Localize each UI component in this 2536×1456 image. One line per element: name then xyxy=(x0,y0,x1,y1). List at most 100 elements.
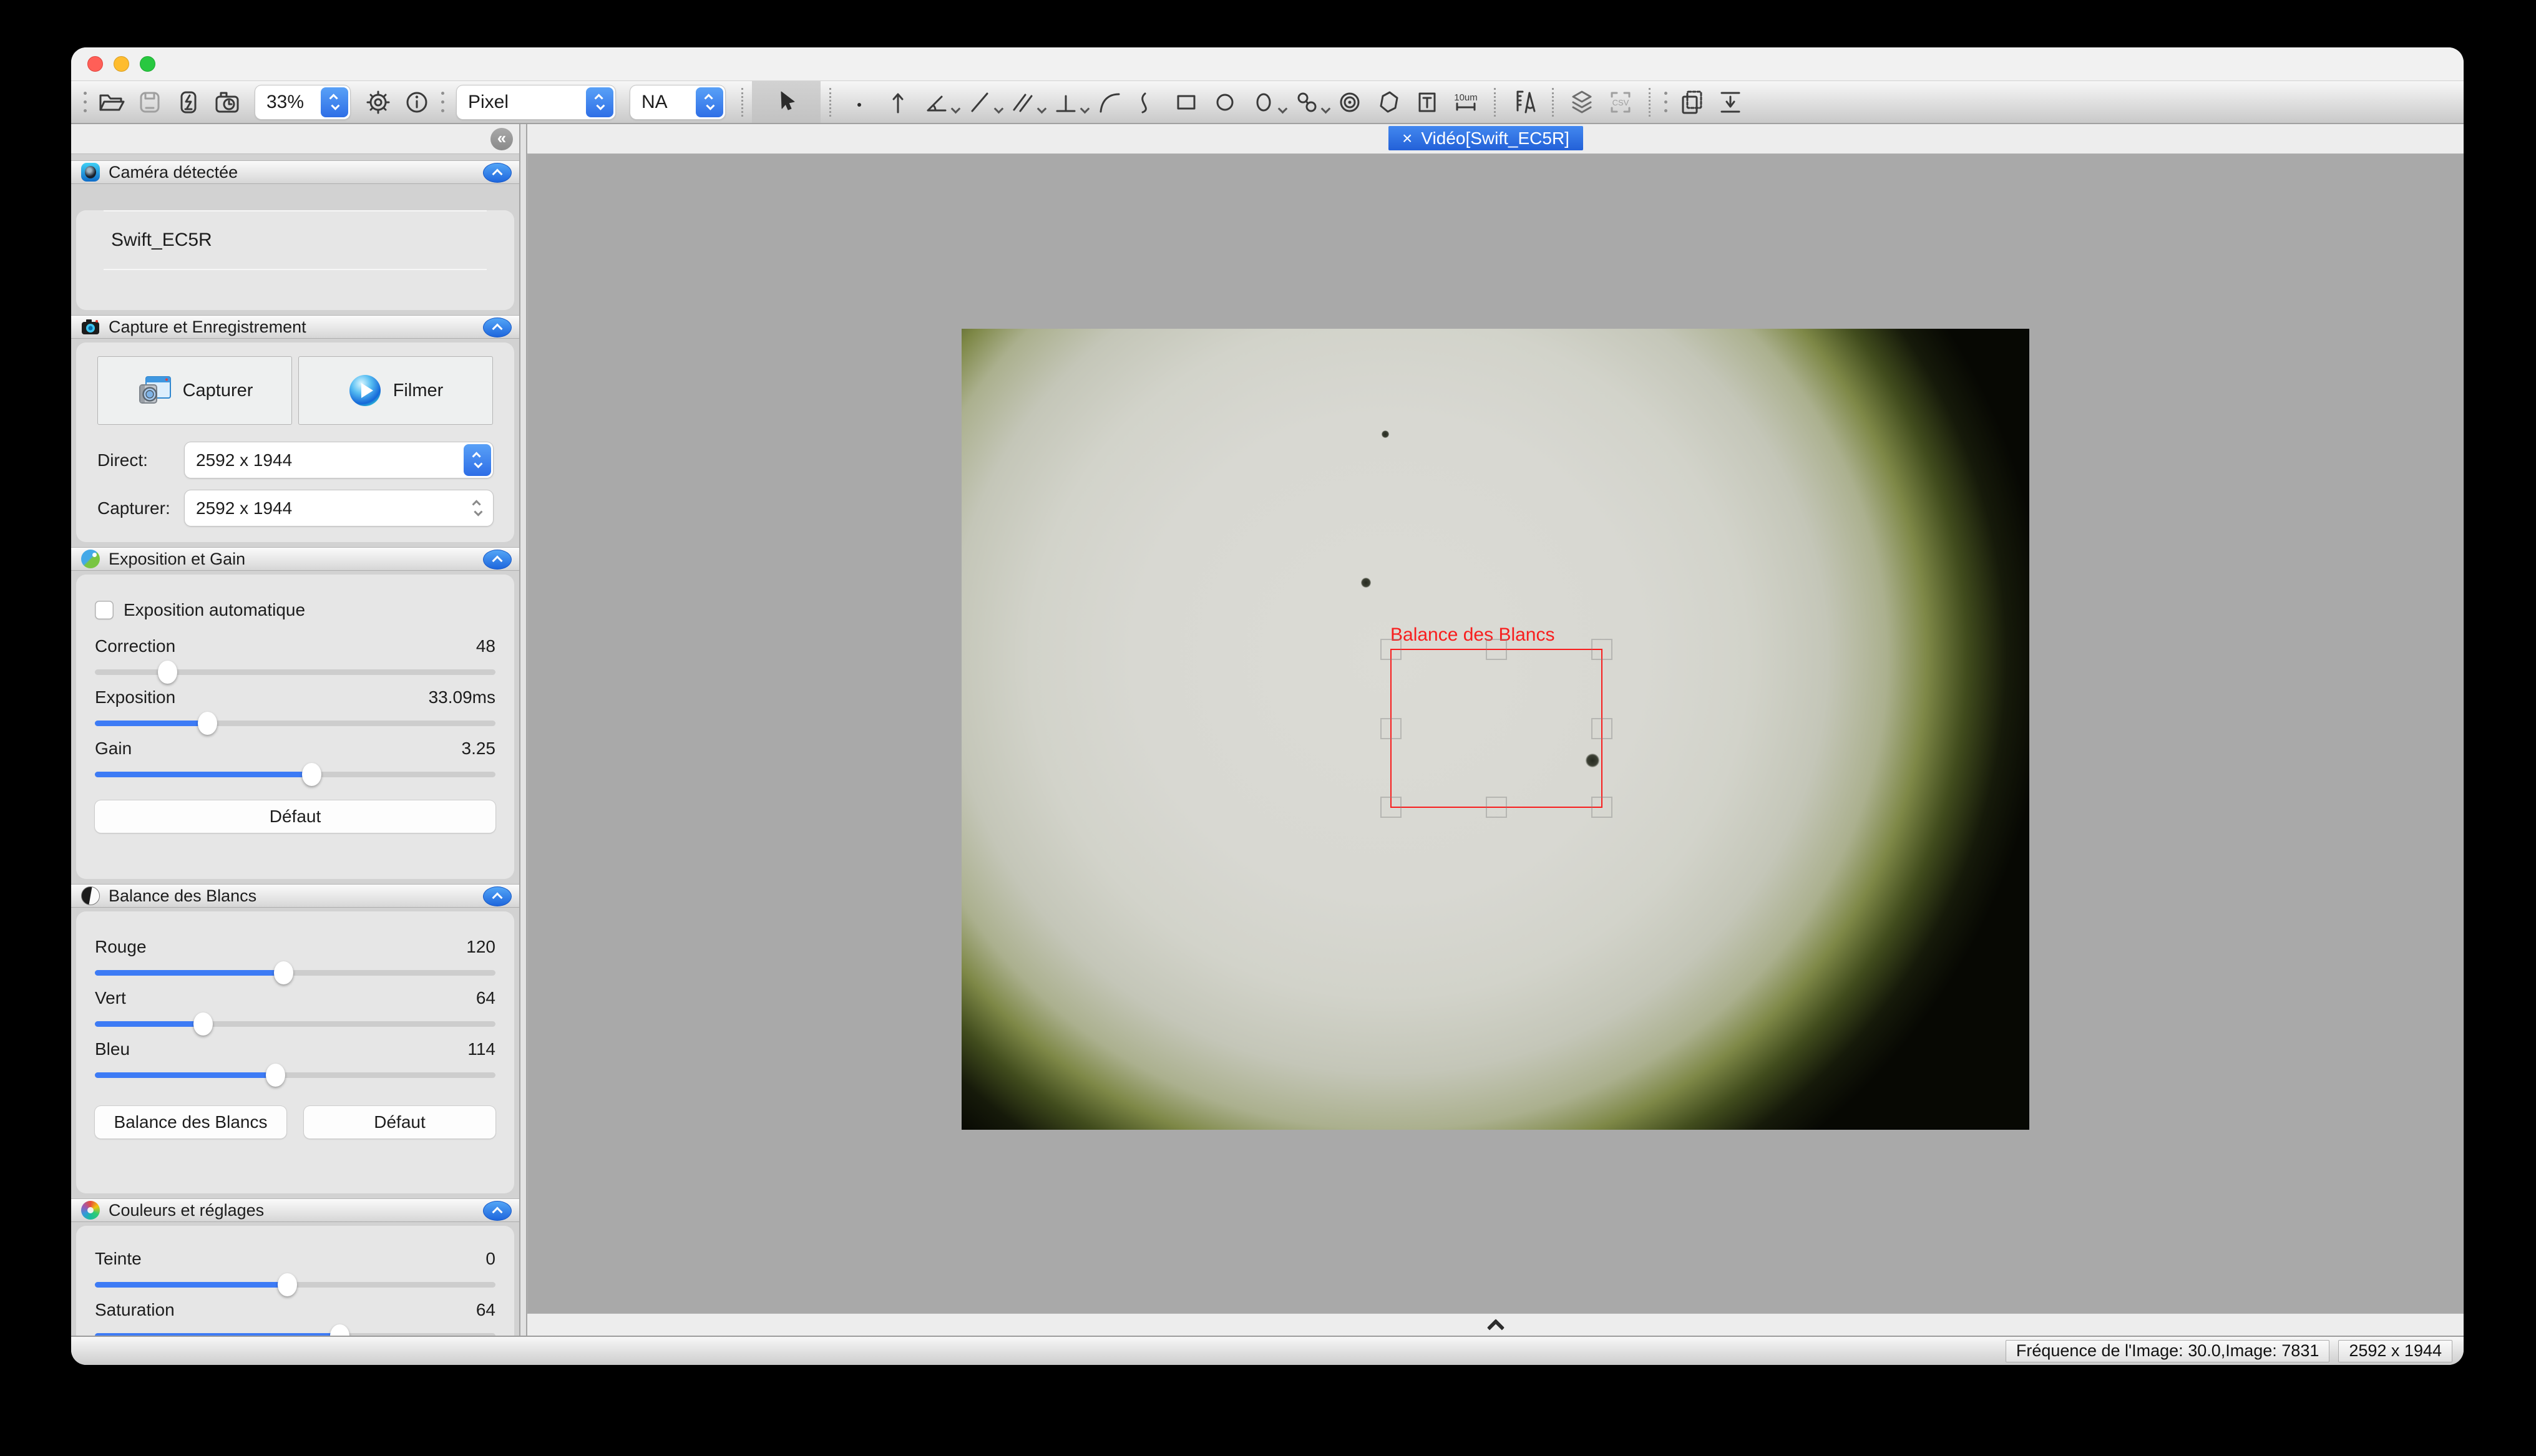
close-tab-icon[interactable]: × xyxy=(1402,129,1412,148)
correction-slider[interactable] xyxy=(95,657,495,687)
live-resolution-select[interactable]: 2592 x 1944 xyxy=(185,442,493,478)
concentric-tool-button[interactable] xyxy=(1330,83,1369,122)
circle-tool-button[interactable] xyxy=(1206,83,1244,122)
perpendicular-tool-button[interactable] xyxy=(1046,83,1085,122)
linked-circles-tool-button[interactable] xyxy=(1287,83,1326,122)
slider-thumb[interactable] xyxy=(330,1324,349,1336)
saturation-slider[interactable] xyxy=(95,1321,495,1336)
exposure-default-button[interactable]: Défaut xyxy=(95,800,495,833)
close-window-button[interactable] xyxy=(87,56,103,72)
slider-thumb[interactable] xyxy=(158,661,177,684)
chevron-up-icon[interactable] xyxy=(1486,1319,1504,1336)
capture-resolution-select[interactable]: 2592 x 1944 xyxy=(185,490,493,526)
panel-header-colors[interactable]: Couleurs et réglages xyxy=(71,1198,519,1222)
capture-resolution-stepper[interactable] xyxy=(464,492,491,524)
green-slider[interactable] xyxy=(95,1009,495,1039)
rectangle-tool-button[interactable] xyxy=(1167,83,1206,122)
roi-handle[interactable] xyxy=(1591,718,1612,739)
panel-header-white-balance[interactable]: Balance des Blancs xyxy=(71,884,519,908)
ellipse-icon xyxy=(1250,89,1277,116)
collapse-panel-button[interactable] xyxy=(483,1201,512,1221)
bottom-reveal-strip[interactable] xyxy=(527,1314,2464,1336)
zoom-stepper[interactable] xyxy=(321,87,348,117)
na-stepper[interactable] xyxy=(696,87,723,117)
duplicate-button[interactable] xyxy=(1672,83,1711,122)
zoom-window-button[interactable] xyxy=(140,56,155,72)
record-button[interactable]: Filmer xyxy=(298,356,493,425)
unit-stepper[interactable] xyxy=(586,87,613,117)
live-video-frame[interactable]: Balance des Blancs xyxy=(962,329,2029,1130)
roi-handle[interactable] xyxy=(1591,639,1612,660)
gain-slider[interactable] xyxy=(95,759,495,789)
roi-handle[interactable] xyxy=(1380,797,1402,818)
auto-exposure-checkbox[interactable] xyxy=(95,601,114,619)
panel-header-capture[interactable]: Capture et Enregistrement xyxy=(71,315,519,339)
roi-handle[interactable] xyxy=(1486,639,1507,660)
na-select[interactable]: NA xyxy=(630,85,725,119)
roi-handle[interactable] xyxy=(1486,797,1507,818)
collapse-panel-button[interactable] xyxy=(483,163,512,183)
tab-video[interactable]: × Vidéo[Swift_EC5R] xyxy=(1388,126,1583,150)
roi-handle[interactable] xyxy=(1380,718,1402,739)
capture-button[interactable]: Capturer xyxy=(97,356,292,425)
arc-tool-button[interactable] xyxy=(1090,83,1128,122)
select-tool-button[interactable] xyxy=(752,81,821,123)
white-balance-button[interactable]: Balance des Blancs xyxy=(95,1106,286,1138)
zoom-level-select[interactable]: 33% xyxy=(255,85,350,119)
polygon-tool-button[interactable] xyxy=(1369,83,1408,122)
sidebar: « Caméra détectée Swift_EC5R Capture xyxy=(71,124,519,1336)
collapse-panel-button[interactable] xyxy=(483,550,512,570)
panel-header-camera[interactable]: Caméra détectée xyxy=(71,160,519,184)
sidebar-top-strip: « xyxy=(71,124,519,153)
panel-header-exposure[interactable]: Exposition et Gain xyxy=(71,547,519,571)
capture-panel-body: Capturer Filmer Direct: 2592 x 1944 xyxy=(76,342,514,542)
parallel-tool-button[interactable] xyxy=(1003,83,1042,122)
live-resolution-stepper[interactable] xyxy=(464,444,491,476)
white-balance-roi[interactable] xyxy=(1390,649,1602,808)
slider-thumb[interactable] xyxy=(193,1012,213,1036)
hue-slider[interactable] xyxy=(95,1269,495,1299)
toolbar-grip[interactable] xyxy=(1664,92,1667,112)
scale-bar-button[interactable]: 10um xyxy=(1446,83,1485,122)
blue-slider[interactable] xyxy=(95,1060,495,1090)
red-slider[interactable] xyxy=(95,958,495,988)
layers-button[interactable] xyxy=(1563,83,1601,122)
settings-button[interactable] xyxy=(359,83,397,122)
slider-thumb[interactable] xyxy=(302,763,321,786)
point-tool-button[interactable] xyxy=(840,83,879,122)
line-tool-button[interactable] xyxy=(960,83,999,122)
camera-list-item[interactable]: Swift_EC5R xyxy=(76,211,514,269)
slider-thumb[interactable] xyxy=(198,712,217,735)
title-bar[interactable] xyxy=(71,47,2464,81)
slider-thumb[interactable] xyxy=(266,1064,285,1087)
info-button[interactable] xyxy=(397,83,436,122)
text-tool-button[interactable] xyxy=(1408,83,1446,122)
camera-icon xyxy=(81,318,100,336)
collapse-panel-button[interactable] xyxy=(483,886,512,906)
collapse-panel-button[interactable] xyxy=(483,318,512,337)
sidebar-splitter[interactable] xyxy=(519,124,527,1336)
toolbar-grip[interactable] xyxy=(84,92,87,112)
curve-tool-button[interactable] xyxy=(1128,83,1167,122)
unit-select[interactable]: Pixel xyxy=(457,85,615,119)
slider-value: 114 xyxy=(467,1039,495,1059)
slider-thumb[interactable] xyxy=(278,1273,297,1296)
white-balance-default-button[interactable]: Défaut xyxy=(304,1106,495,1138)
exposure-slider[interactable] xyxy=(95,708,495,738)
camera-flash-button[interactable] xyxy=(169,83,208,122)
roi-handle[interactable] xyxy=(1591,797,1612,818)
ellipse-tool-button[interactable] xyxy=(1244,83,1283,122)
arrow-tool-button[interactable] xyxy=(879,83,917,122)
minimize-window-button[interactable] xyxy=(114,56,129,72)
slider-thumb[interactable] xyxy=(274,961,293,984)
angle-tool-button[interactable] xyxy=(917,83,956,122)
slider-value: 3.25 xyxy=(462,739,496,759)
open-button[interactable] xyxy=(92,83,130,122)
export-button[interactable] xyxy=(1711,83,1750,122)
toolbar-grip[interactable] xyxy=(441,92,444,112)
camera-timer-button[interactable] xyxy=(208,83,246,122)
video-canvas[interactable]: Balance des Blancs xyxy=(527,153,2464,1314)
measure-tools-button[interactable] xyxy=(1505,83,1543,122)
collapse-sidebar-button[interactable]: « xyxy=(490,128,513,150)
roi-handle[interactable] xyxy=(1380,639,1402,660)
